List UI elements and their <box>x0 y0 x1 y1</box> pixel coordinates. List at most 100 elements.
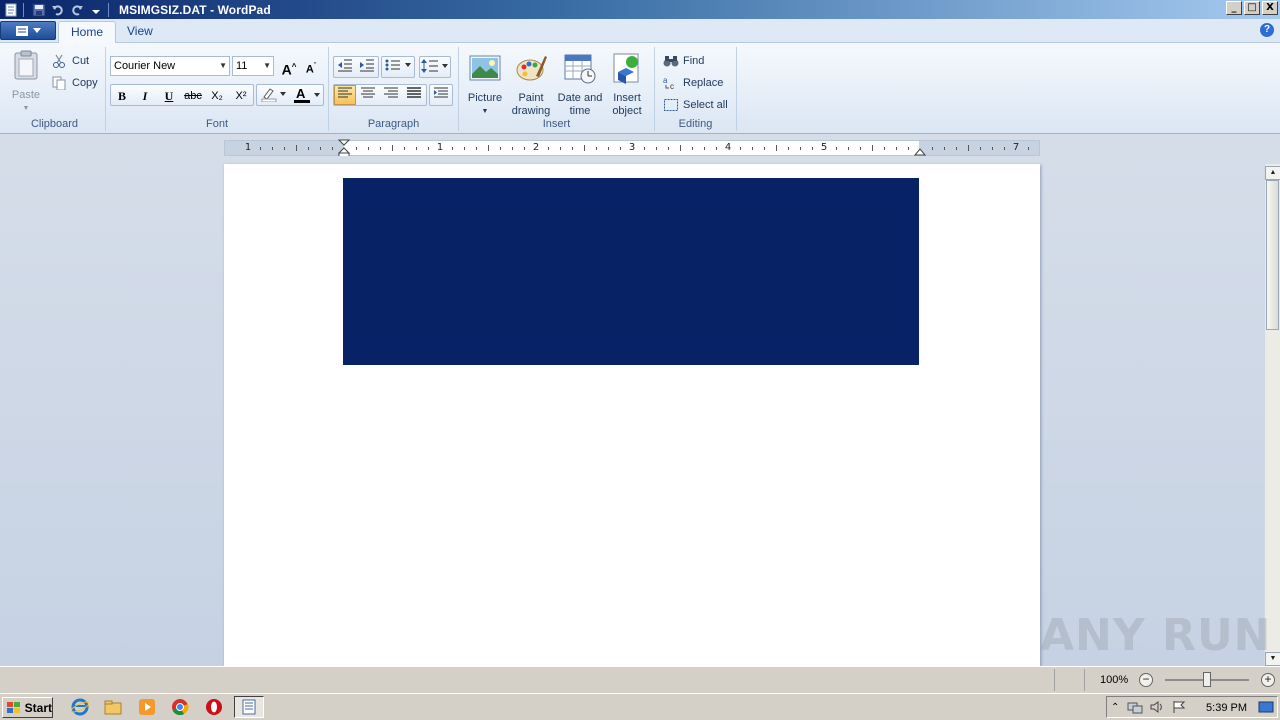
volume-icon[interactable] <box>1149 700 1165 714</box>
copy-label: Copy <box>72 77 98 89</box>
vertical-scrollbar[interactable]: ▲ ▼ <box>1264 164 1280 666</box>
redo-icon[interactable] <box>69 2 85 18</box>
ruler-tick <box>560 147 561 150</box>
ruler-tick <box>500 147 501 150</box>
minimize-button[interactable]: _ <box>1226 1 1242 15</box>
tab-home[interactable]: Home <box>58 21 117 43</box>
document-page[interactable] <box>224 164 1040 666</box>
insert-object-button[interactable]: Insert object <box>607 52 647 118</box>
ruler-tick <box>800 147 801 150</box>
ruler-tick <box>860 147 861 150</box>
align-center-button[interactable] <box>357 85 379 105</box>
picture-dropdown-arrow-icon[interactable]: ▼ <box>465 105 505 118</box>
underline-button[interactable]: U <box>158 85 180 105</box>
tab-view[interactable]: View <box>115 21 165 43</box>
font-group: Courier New ▼ 11 ▼ A^ Aˇ B I U abc X₂ X²… <box>106 47 329 131</box>
picture-button[interactable]: Picture ▼ <box>465 52 505 118</box>
ruler-tick <box>944 147 945 150</box>
help-icon[interactable]: ? <box>1260 23 1274 37</box>
paste-button[interactable]: Paste ▼ <box>8 49 44 115</box>
show-hidden-icons-icon[interactable]: ⌃ <box>1111 702 1119 713</box>
bold-button[interactable]: B <box>111 85 133 105</box>
insert-group: Picture ▼ Paint drawing Date and time In… <box>459 47 655 131</box>
increase-indent-button[interactable] <box>356 57 378 77</box>
ruler-tick <box>740 147 741 150</box>
paste-dropdown-arrow-icon[interactable]: ▼ <box>8 102 44 115</box>
ruler[interactable]: 1 1 2 3 4 5 7 <box>224 139 1040 159</box>
align-left-button[interactable] <box>334 85 356 105</box>
font-size-select[interactable]: 11 ▼ <box>232 56 274 76</box>
scroll-up-button[interactable]: ▲ <box>1265 166 1280 180</box>
replace-button[interactable]: ac Replace <box>663 74 723 92</box>
maximize-button[interactable]: □ <box>1244 1 1260 15</box>
undo-icon[interactable] <box>50 2 66 18</box>
zoom-level[interactable]: 100% <box>1100 674 1128 686</box>
highlight-color-button[interactable] <box>258 85 288 105</box>
qat-separator <box>23 2 24 17</box>
decrease-indent-button[interactable] <box>334 57 356 77</box>
paragraph-settings-icon <box>434 87 448 98</box>
align-right-button[interactable] <box>380 85 402 105</box>
network-icon[interactable] <box>1127 700 1143 714</box>
svg-text:c: c <box>670 82 674 90</box>
italic-button[interactable]: I <box>134 85 156 105</box>
start-button[interactable]: Start <box>2 697 53 718</box>
show-desktop-icon[interactable] <box>1258 700 1274 714</box>
customize-qat-icon[interactable] <box>88 2 104 18</box>
internet-explorer-icon[interactable] <box>70 698 90 716</box>
insert-object-label-line2: object <box>612 105 642 117</box>
cut-button[interactable]: Cut <box>52 52 89 70</box>
ruler-tick <box>836 147 837 150</box>
select-all-button[interactable]: Select all <box>663 96 728 114</box>
grow-font-button[interactable]: A^ <box>278 56 300 78</box>
media-player-icon[interactable] <box>138 698 156 716</box>
strikethrough-button[interactable]: abc <box>182 85 204 105</box>
scroll-thumb[interactable] <box>1266 180 1279 330</box>
ribbon-tab-row: Home View ? <box>0 19 1280 43</box>
action-center-flag-icon[interactable] <box>1171 700 1187 714</box>
date-time-label-line1: Date and <box>557 92 603 104</box>
shrink-font-button[interactable]: Aˇ <box>300 56 322 76</box>
paragraph-dialog-button[interactable] <box>430 85 452 105</box>
date-and-time-button[interactable]: Date and time <box>557 52 603 118</box>
chevron-down-icon <box>33 27 41 33</box>
copy-button[interactable]: Copy <box>52 74 98 92</box>
date-time-label-line2: time <box>569 105 591 117</box>
chevron-down-icon: ▼ <box>263 61 271 70</box>
zoom-in-button[interactable]: + <box>1261 673 1275 687</box>
paint-drawing-button[interactable]: Paint drawing <box>509 52 553 118</box>
decrease-indent-icon <box>338 59 352 72</box>
embedded-image[interactable] <box>343 178 919 365</box>
taskbar-wordpad-button[interactable] <box>234 696 264 718</box>
superscript-button[interactable]: X² <box>230 85 252 105</box>
zoom-slider-thumb[interactable] <box>1203 672 1211 687</box>
ruler-tick <box>872 145 873 151</box>
chrome-icon[interactable] <box>171 698 189 716</box>
svg-text:a: a <box>663 76 668 85</box>
opera-icon[interactable] <box>205 698 223 716</box>
subscript-button[interactable]: X₂ <box>206 85 228 105</box>
file-explorer-icon[interactable] <box>104 698 122 716</box>
clock[interactable]: 5:39 PM <box>1206 702 1247 714</box>
save-icon[interactable] <box>31 2 47 18</box>
close-button[interactable]: X <box>1262 1 1278 15</box>
ruler-tick <box>572 147 573 150</box>
status-divider <box>1084 669 1085 691</box>
paragraph-group-label: Paragraph <box>367 118 420 130</box>
replace-label: Replace <box>683 77 724 89</box>
find-button[interactable]: Find <box>663 52 704 70</box>
ruler-label: 1 <box>436 142 444 153</box>
font-family-select[interactable]: Courier New ▼ <box>110 56 230 76</box>
ruler-tick <box>272 147 273 150</box>
text-color-button[interactable]: A <box>290 85 322 105</box>
bullet-list-button[interactable] <box>382 57 414 77</box>
line-spacing-icon <box>421 59 448 73</box>
justify-button[interactable] <box>403 85 425 105</box>
ruler-tick <box>620 147 621 150</box>
line-spacing-button[interactable] <box>420 57 450 77</box>
editing-group: Find ac Replace Select all Editing <box>655 47 737 131</box>
wordpad-app-icon[interactable] <box>3 2 19 18</box>
start-label: Start <box>24 700 52 715</box>
zoom-out-button[interactable]: − <box>1139 673 1153 687</box>
application-menu-button[interactable] <box>0 21 56 40</box>
